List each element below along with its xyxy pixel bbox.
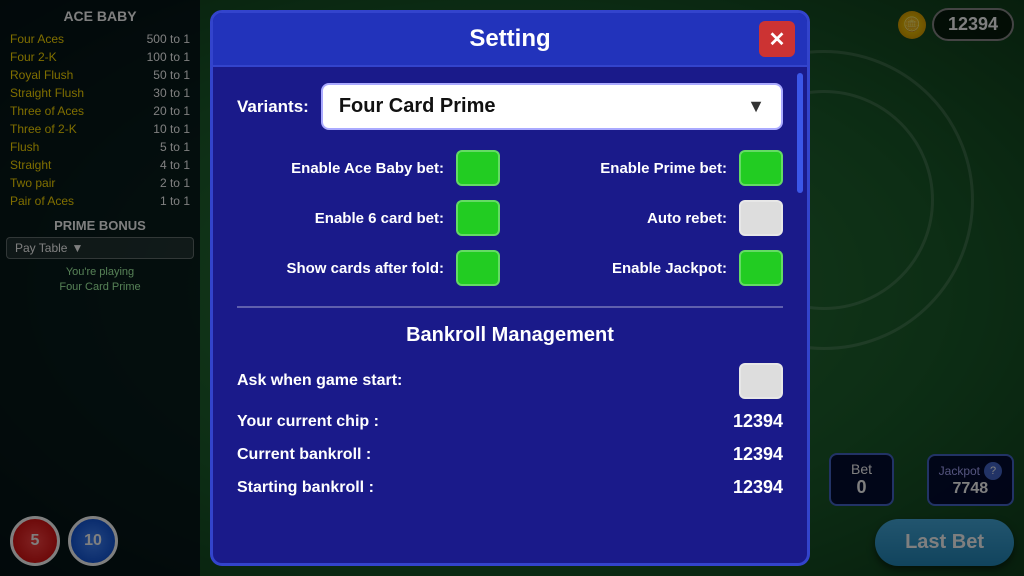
toggle-6card-switch[interactable] xyxy=(456,200,500,236)
current-bankroll-value: 12394 xyxy=(733,444,783,465)
current-bankroll-label: Current bankroll : xyxy=(237,446,723,464)
modal-close-button[interactable]: ✕ xyxy=(759,21,795,57)
scroll-indicator xyxy=(797,73,803,193)
divider xyxy=(237,306,783,308)
toggle-jackpot-switch[interactable] xyxy=(739,250,783,286)
toggle-show-cards: Show cards after fold: xyxy=(237,250,500,286)
toggle-prime-bet: Enable Prime bet: xyxy=(520,150,783,186)
modal-title: Setting xyxy=(469,25,550,53)
toggle-auto-rebet: Auto rebet: xyxy=(520,200,783,236)
ask-when-start-label: Ask when game start: xyxy=(237,372,729,390)
toggle-ace-baby-switch[interactable] xyxy=(456,150,500,186)
toggle-ace-baby-bet: Enable Ace Baby bet: xyxy=(237,150,500,186)
starting-bankroll-value: 12394 xyxy=(733,477,783,498)
toggle-auto-rebet-label: Auto rebet: xyxy=(520,210,727,227)
toggle-ace-baby-label: Enable Ace Baby bet: xyxy=(237,160,444,177)
toggle-6card-label: Enable 6 card bet: xyxy=(237,210,444,227)
current-chip-value: 12394 xyxy=(733,411,783,432)
toggle-jackpot: Enable Jackpot: xyxy=(520,250,783,286)
toggle-prime-label: Enable Prime bet: xyxy=(520,160,727,177)
variants-chevron-icon: ▼ xyxy=(747,96,765,117)
variants-select[interactable]: Four Card Prime ▼ xyxy=(321,83,783,130)
current-bankroll-row: Current bankroll : 12394 xyxy=(237,444,783,465)
ask-when-start-toggle[interactable] xyxy=(739,363,783,399)
variants-row: Variants: Four Card Prime ▼ xyxy=(237,83,783,130)
bankroll-title: Bankroll Management xyxy=(237,324,783,347)
current-chip-row: Your current chip : 12394 xyxy=(237,411,783,432)
current-chip-label: Your current chip : xyxy=(237,413,723,431)
toggle-prime-switch[interactable] xyxy=(739,150,783,186)
variants-label: Variants: xyxy=(237,97,309,117)
starting-bankroll-row: Starting bankroll : 12394 xyxy=(237,477,783,498)
toggle-show-cards-label: Show cards after fold: xyxy=(237,260,444,277)
variants-value: Four Card Prime xyxy=(339,95,496,118)
toggle-auto-rebet-switch[interactable] xyxy=(739,200,783,236)
settings-modal: Setting ✕ Variants: Four Card Prime ▼ En… xyxy=(210,10,810,566)
starting-bankroll-label: Starting bankroll : xyxy=(237,479,723,497)
toggle-show-cards-switch[interactable] xyxy=(456,250,500,286)
modal-body: Variants: Four Card Prime ▼ Enable Ace B… xyxy=(213,67,807,526)
ask-when-start-row: Ask when game start: xyxy=(237,363,783,399)
toggle-grid: Enable Ace Baby bet: Enable Prime bet: E… xyxy=(237,150,783,286)
modal-header: Setting ✕ xyxy=(213,13,807,67)
toggle-6card-bet: Enable 6 card bet: xyxy=(237,200,500,236)
toggle-jackpot-label: Enable Jackpot: xyxy=(520,260,727,277)
